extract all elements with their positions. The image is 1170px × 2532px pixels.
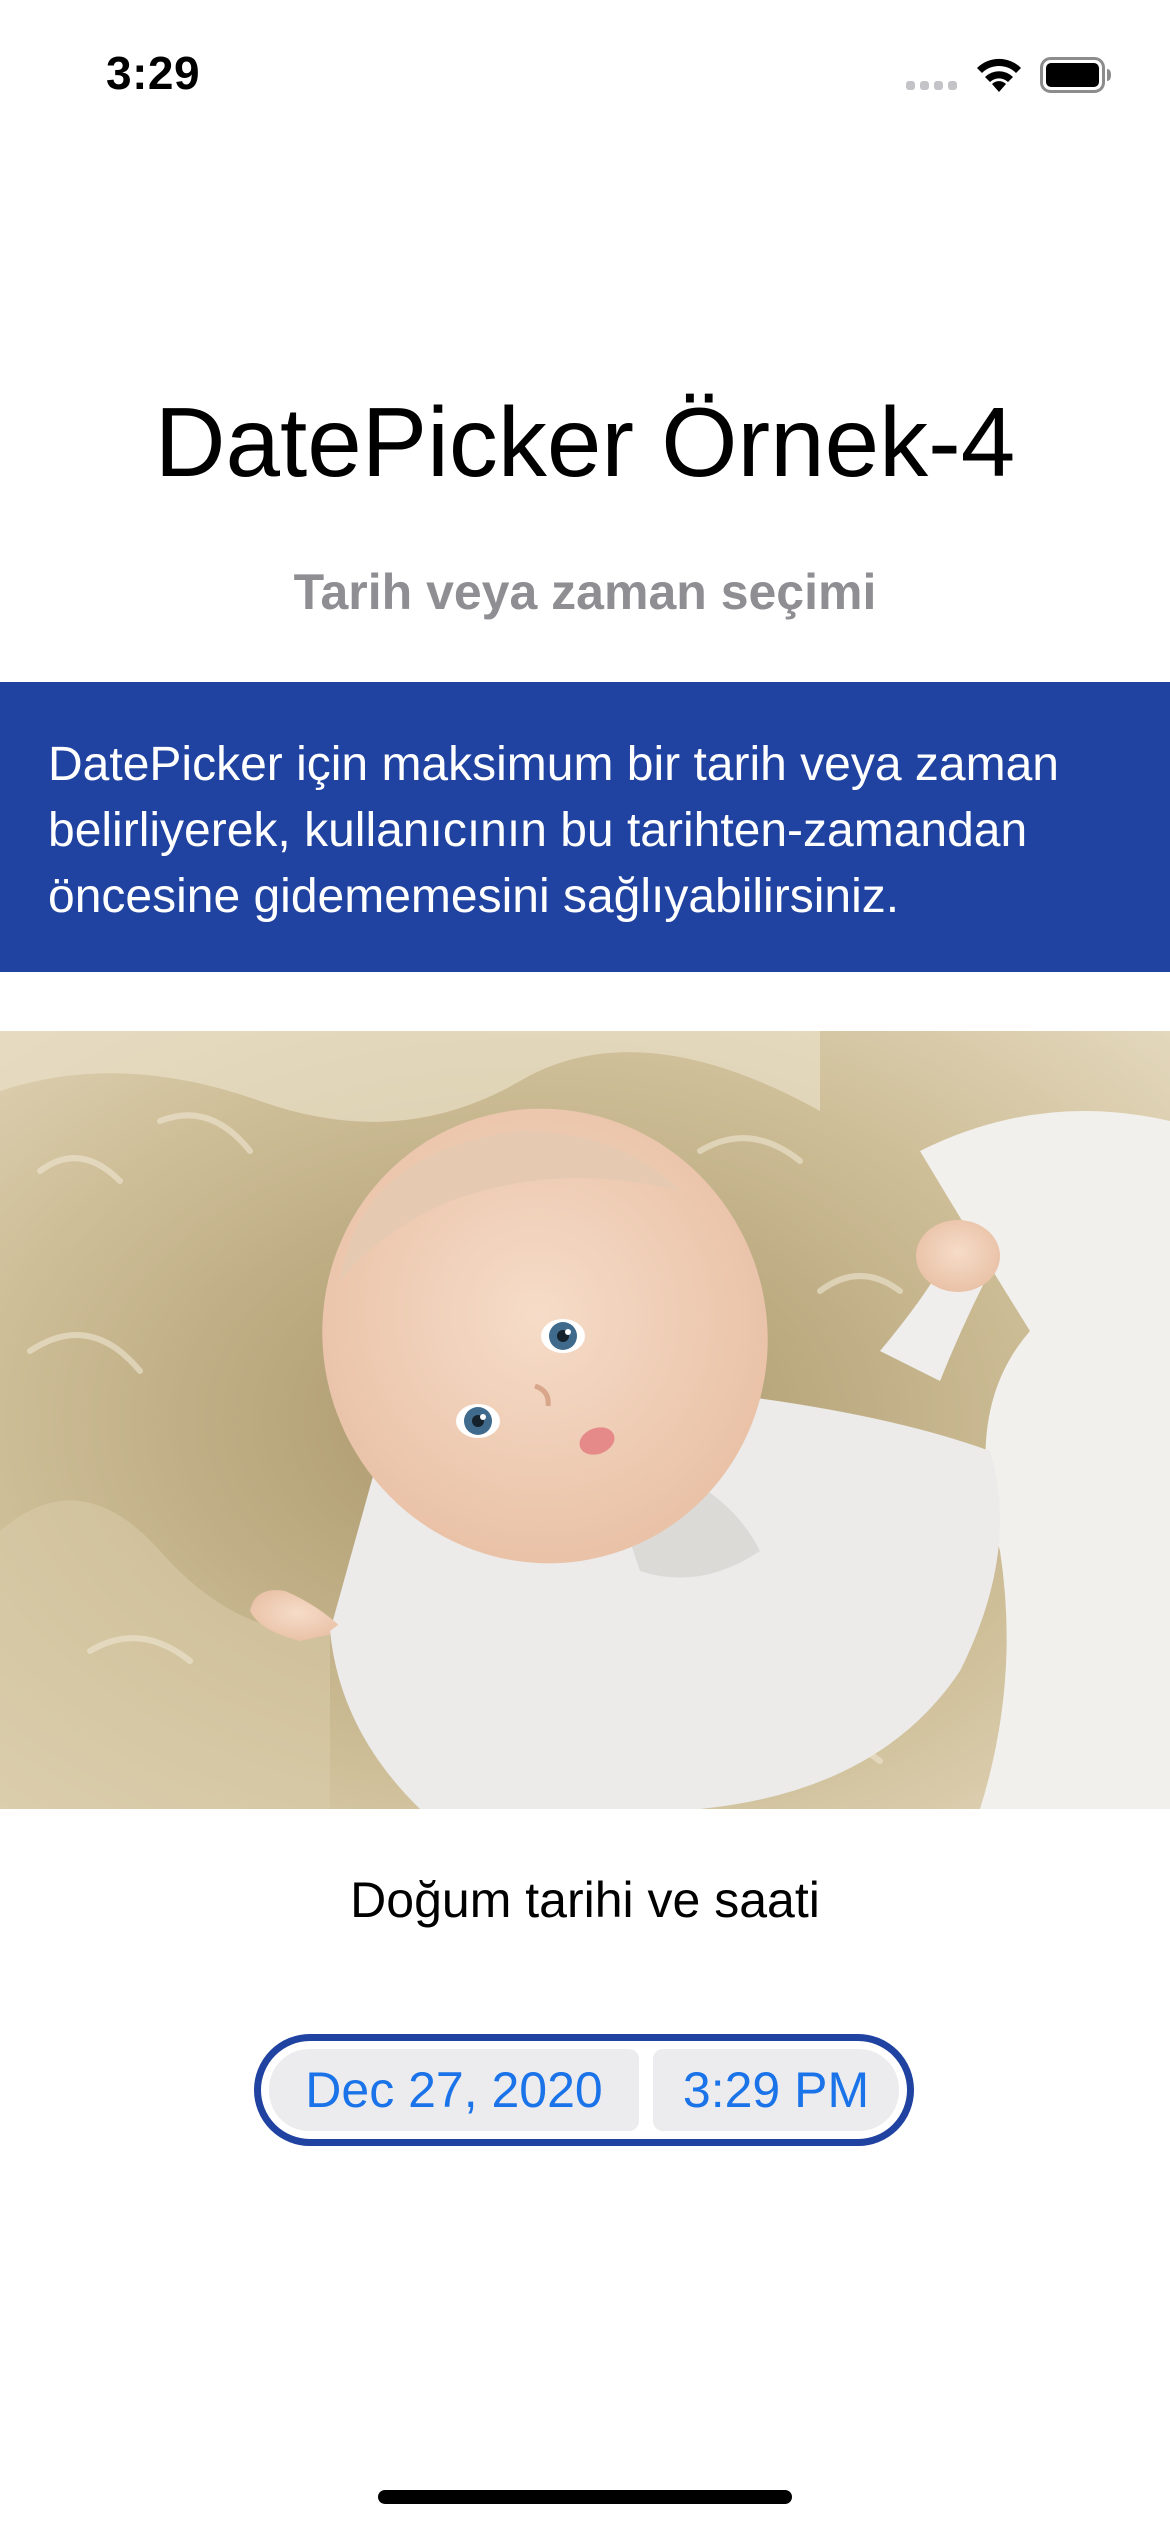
- time-picker-button[interactable]: 3:29 PM: [653, 2049, 899, 2131]
- wifi-icon: [973, 54, 1025, 94]
- page-subtitle: Tarih veya zaman seçimi: [293, 564, 877, 620]
- info-banner-text: DatePicker için maksimum bir tarih veya …: [48, 738, 1059, 923]
- home-indicator[interactable]: [378, 2490, 792, 2504]
- page-title: DatePicker Örnek-4: [154, 387, 1016, 497]
- info-banner: DatePicker için maksimum bir tarih veya …: [0, 682, 1170, 972]
- status-time: 3:29: [106, 47, 201, 99]
- date-picker-button[interactable]: Dec 27, 2020: [269, 2049, 639, 2131]
- status-bar: 3:29: [0, 0, 1170, 140]
- cellular-signal-icon: [906, 78, 960, 90]
- battery-icon: [1040, 57, 1112, 93]
- date-time-picker: Dec 27, 2020 3:29 PM: [254, 2034, 914, 2146]
- birth-date-label: Doğum tarihi ve saati: [350, 1872, 820, 1928]
- baby-photo: [0, 1031, 1170, 1809]
